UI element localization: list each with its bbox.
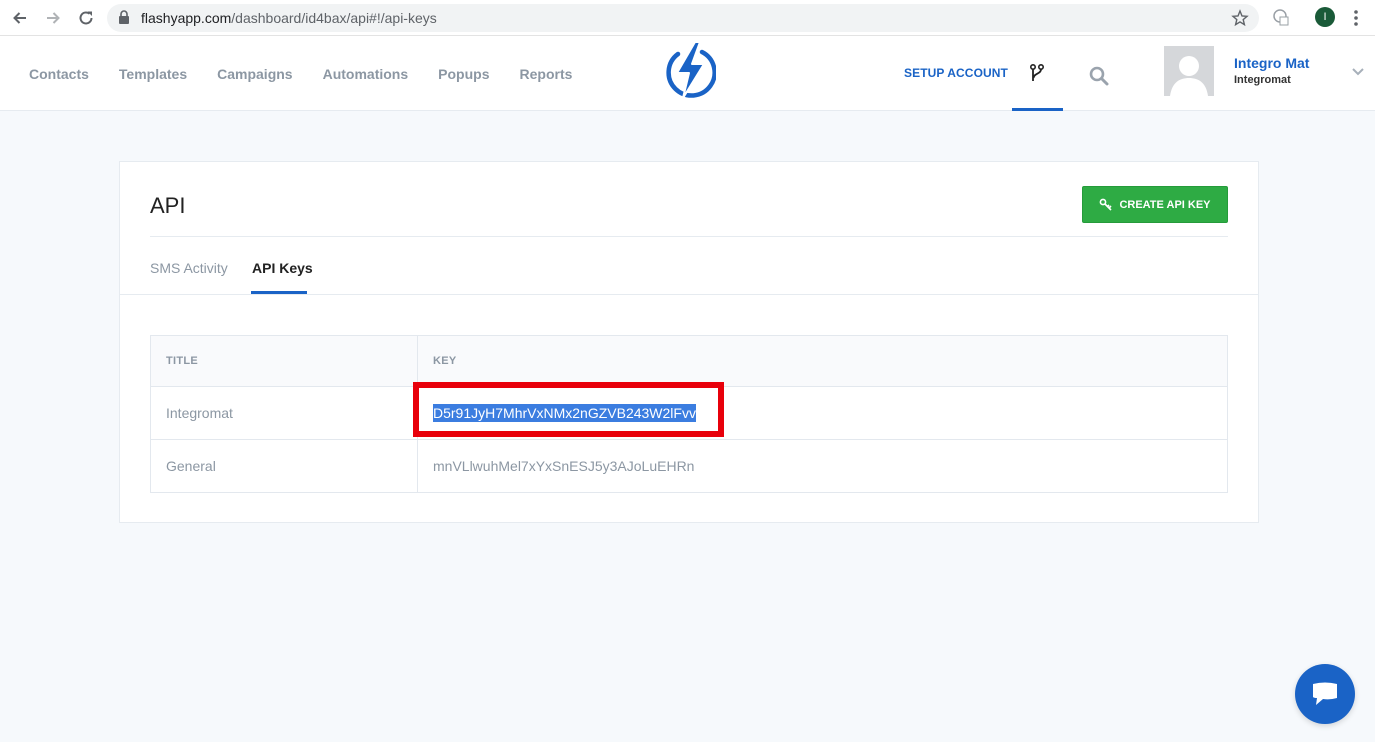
nav-templates[interactable]: Templates: [104, 66, 202, 82]
table-row: Integromat D5r91JyH7MhrVxNMx2nGZVB243W2l…: [151, 386, 1227, 439]
table-row: General mnVLlwuhMel7xYxSnESJ5y3AJoLuEHRn: [151, 439, 1227, 492]
chat-widget-button[interactable]: [1295, 664, 1355, 724]
browser-toolbar: flashyapp.com/dashboard/id4bax/api#!/api…: [0, 0, 1375, 36]
reload-button[interactable]: [73, 5, 99, 31]
column-divider: [417, 440, 418, 492]
arrow-right-icon: [47, 12, 60, 24]
nav-contacts[interactable]: Contacts: [14, 66, 104, 82]
row-key[interactable]: mnVLlwuhMel7xYxSnESJ5y3AJoLuEHRn: [433, 440, 694, 492]
address-bar[interactable]: flashyapp.com/dashboard/id4bax/api#!/api…: [107, 4, 1259, 32]
back-button[interactable]: [7, 5, 33, 31]
column-divider: [417, 387, 418, 439]
branch-icon: [1029, 63, 1045, 81]
row-title: General: [166, 458, 216, 474]
column-divider: [417, 336, 418, 386]
api-card: API CREATE API KEY SMS Activity API Keys…: [119, 161, 1259, 523]
api-keys-table: TITLE KEY Integromat D5r91JyH7MhrVxNMx2n…: [150, 335, 1228, 493]
lock-icon: [119, 10, 129, 24]
row-title: Integromat: [166, 405, 233, 421]
selected-key-text[interactable]: D5r91JyH7MhrVxNMx2nGZVB243W2lFvv: [433, 404, 696, 422]
page-title: API: [150, 193, 186, 218]
nav-popups[interactable]: Popups: [423, 66, 504, 82]
chat-bubble-icon: [1313, 682, 1337, 705]
url-text: flashyapp.com/dashboard/id4bax/api#!/api…: [141, 10, 437, 26]
user-silhouette-icon: [1170, 56, 1208, 96]
forward-button[interactable]: [40, 5, 66, 31]
nav-campaigns[interactable]: Campaigns: [202, 66, 307, 82]
branch-tab[interactable]: [1012, 36, 1063, 111]
key-icon: [1100, 198, 1113, 211]
setup-account-link[interactable]: SETUP ACCOUNT: [904, 66, 1008, 80]
tab-api-keys[interactable]: API Keys: [252, 260, 313, 276]
arrow-left-icon: [13, 12, 26, 24]
app-header: Contacts Templates Campaigns Automations…: [0, 36, 1375, 111]
divider: [120, 294, 1258, 295]
create-api-key-button[interactable]: CREATE API KEY: [1082, 186, 1228, 223]
profile-avatar[interactable]: I: [1315, 7, 1335, 27]
flashy-logo-icon[interactable]: [662, 40, 716, 100]
more-vertical-icon[interactable]: [1348, 8, 1364, 28]
profile-initial: I: [1323, 11, 1327, 23]
nav-reports[interactable]: Reports: [505, 66, 588, 82]
user-org: Integromat: [1234, 74, 1291, 86]
extension-icon[interactable]: [1271, 7, 1291, 27]
bookmark-star-icon[interactable]: [1231, 9, 1249, 27]
reload-icon: [79, 11, 93, 25]
nav-automations[interactable]: Automations: [308, 66, 424, 82]
user-name[interactable]: Integro Mat: [1234, 55, 1309, 71]
row-key[interactable]: D5r91JyH7MhrVxNMx2nGZVB243W2lFvv: [433, 387, 696, 439]
column-header-key: KEY: [433, 355, 457, 367]
tab-sms-activity[interactable]: SMS Activity: [150, 260, 228, 276]
user-avatar[interactable]: [1164, 46, 1214, 96]
divider: [150, 236, 1228, 237]
search-icon[interactable]: [1089, 66, 1109, 86]
table-header-row: TITLE KEY: [151, 336, 1227, 386]
create-api-key-label: CREATE API KEY: [1119, 198, 1211, 211]
chevron-down-icon[interactable]: [1351, 67, 1365, 77]
column-header-title: TITLE: [166, 355, 199, 367]
main-nav: Contacts Templates Campaigns Automations…: [14, 36, 587, 111]
